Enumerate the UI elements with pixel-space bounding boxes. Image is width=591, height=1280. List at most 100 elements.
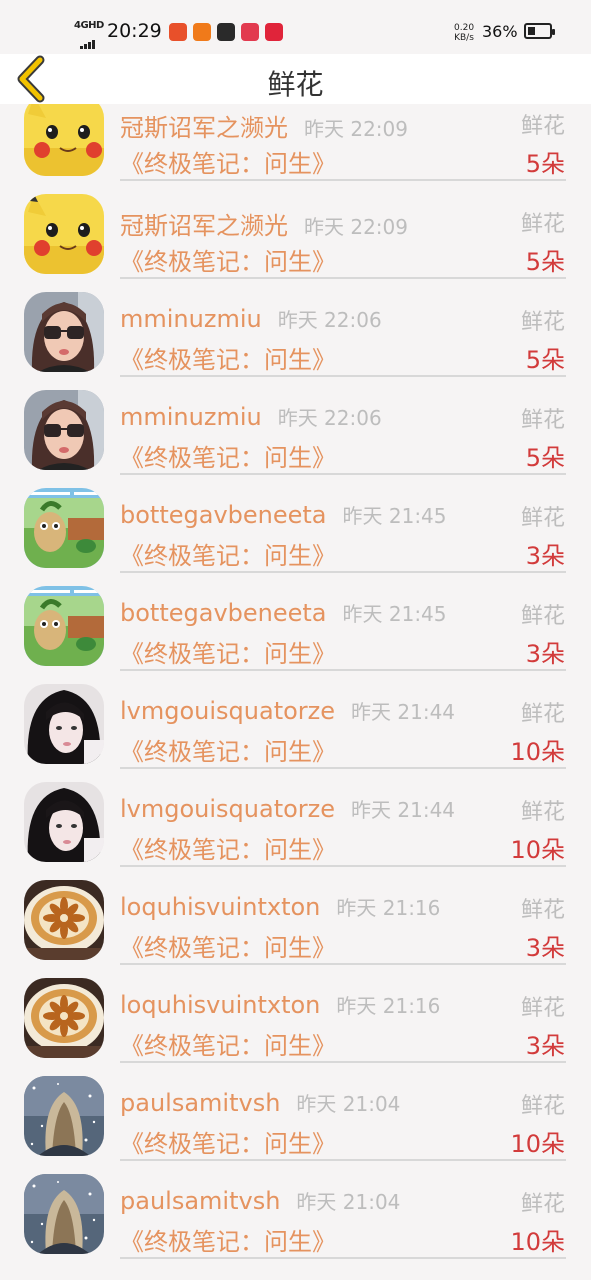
username: 冠斯诏军之濒光 昨天 22:09 — [120, 114, 408, 142]
list-item[interactable]: mminuzmiu 昨天 22:06 鲜花《终极笔记：问生》 5朵 — [0, 372, 591, 475]
list-item[interactable]: paulsamitvsh 昨天 21:04 鲜花《终极笔记：问生》 10朵 — [0, 1156, 591, 1259]
record-time: 昨天 21:45 — [342, 504, 447, 528]
user-avatar[interactable] — [24, 104, 104, 176]
book-title: 《终极笔记：问生》 — [120, 640, 336, 668]
list-item[interactable]: lvmgouisquatorze 昨天 21:44 鲜花《终极笔记：问生》 10朵 — [0, 764, 591, 867]
username: lvmgouisquatorze 昨天 21:44 — [120, 697, 456, 725]
book-title: 《终极笔记：问生》 — [120, 738, 336, 766]
username: lvmgouisquatorze 昨天 21:44 — [120, 795, 456, 823]
gift-type: 鲜花 — [520, 212, 565, 237]
list-item[interactable]: 冠斯诏军之濒光 昨天 22:09 鲜花《终极笔记：问生》 5朵 — [0, 104, 591, 181]
username: mminuzmiu 昨天 22:06 — [120, 403, 382, 431]
record-time: 昨天 22:09 — [304, 117, 408, 141]
nav-bar: 鲜花 — [0, 54, 591, 104]
app-icon-1 — [169, 23, 187, 41]
gift-type: 鲜花 — [520, 310, 565, 335]
gift-type: 鲜花 — [520, 996, 565, 1021]
flower-count: 10朵 — [510, 836, 565, 864]
flower-count: 5朵 — [525, 150, 565, 178]
list-item[interactable]: 冠斯诏军之濒光 昨天 22:09 鲜花《终极笔记：问生》 5朵 — [0, 176, 591, 279]
app-icon-4 — [241, 23, 259, 41]
book-title: 《终极笔记：问生》 — [120, 346, 336, 374]
record-time: 昨天 21:04 — [296, 1092, 401, 1116]
user-avatar[interactable] — [24, 1174, 104, 1254]
book-title: 《终极笔记：问生》 — [120, 1032, 336, 1060]
gift-type: 鲜花 — [520, 114, 565, 139]
username: bottegavbeneeta 昨天 21:45 — [120, 599, 447, 627]
page-title: 鲜花 — [267, 68, 324, 101]
flower-count: 10朵 — [510, 1130, 565, 1158]
user-avatar[interactable] — [24, 488, 104, 568]
record-time: 昨天 22:09 — [304, 215, 408, 239]
record-time: 昨天 22:06 — [277, 406, 382, 430]
user-avatar[interactable] — [24, 194, 104, 274]
list-item[interactable]: loquhisvuintxton 昨天 21:16 鲜花《终极笔记：问生》 3朵 — [0, 862, 591, 965]
user-avatar[interactable] — [24, 978, 104, 1058]
flower-count: 10朵 — [510, 738, 565, 766]
flower-count: 3朵 — [525, 640, 565, 668]
status-time: 20:29 — [107, 20, 162, 42]
battery-icon — [524, 23, 555, 39]
list-item[interactable]: mminuzmiu 昨天 22:06 鲜花《终极笔记：问生》 5朵 — [0, 274, 591, 377]
book-title: 《终极笔记：问生》 — [120, 934, 336, 962]
username: 冠斯诏军之濒光 昨天 22:09 — [120, 212, 408, 240]
username: loquhisvuintxton 昨天 21:16 — [120, 991, 441, 1019]
gift-type: 鲜花 — [520, 1192, 565, 1217]
flower-count: 5朵 — [525, 444, 565, 472]
record-time: 昨天 21:44 — [351, 798, 456, 822]
gift-type: 鲜花 — [520, 506, 565, 531]
row-divider — [120, 1257, 566, 1259]
gift-type: 鲜花 — [520, 1094, 565, 1119]
book-title: 《终极笔记：问生》 — [120, 444, 336, 472]
record-time: 昨天 21:45 — [342, 602, 447, 626]
record-time: 昨天 21:04 — [296, 1190, 401, 1214]
record-time: 昨天 21:44 — [351, 700, 456, 724]
record-time: 昨天 21:16 — [336, 994, 441, 1018]
username: paulsamitvsh 昨天 21:04 — [120, 1187, 401, 1215]
user-avatar[interactable] — [24, 1076, 104, 1156]
status-bar: 4GHD 20:29 0.20 KB/s 36% — [0, 0, 591, 54]
book-title: 《终极笔记：问生》 — [120, 542, 336, 570]
signal-icon — [80, 30, 96, 49]
flower-record-list[interactable]: 冠斯诏军之濒光 昨天 22:09 鲜花 《终极笔记：问生》 5朵 冠斯诏军之濒光 昨天 22… — [0, 104, 591, 1280]
network-speed: 0.20 KB/s — [454, 23, 475, 43]
flower-count: 5朵 — [525, 248, 565, 276]
flower-count: 3朵 — [525, 542, 565, 570]
list-item[interactable]: bottegavbeneeta 昨天 21:45 鲜花《终极笔记：问生》 3朵 — [0, 568, 591, 671]
app-icon-2 — [193, 23, 211, 41]
record-time: 昨天 22:06 — [277, 308, 382, 332]
flower-count: 10朵 — [510, 1228, 565, 1256]
flower-count: 3朵 — [525, 1032, 565, 1060]
user-avatar[interactable] — [24, 292, 104, 372]
gift-type: 鲜花 — [520, 408, 565, 433]
book-title: 《终极笔记：问生》 — [120, 836, 336, 864]
list-item[interactable]: paulsamitvsh 昨天 21:04 鲜花《终极笔记：问生》 10朵 — [0, 1058, 591, 1161]
flower-count: 5朵 — [525, 346, 565, 374]
username: bottegavbeneeta 昨天 21:45 — [120, 501, 447, 529]
list-item[interactable]: loquhisvuintxton 昨天 21:16 鲜花《终极笔记：问生》 3朵 — [0, 960, 591, 1063]
battery-percent: 36% — [482, 22, 518, 41]
book-title: 《终极笔记：问生》 — [120, 1228, 336, 1256]
gift-type: 鲜花 — [520, 604, 565, 629]
notification-icons — [169, 23, 289, 42]
book-title: 《终极笔记：问生》 — [120, 1130, 336, 1158]
list-item[interactable]: lvmgouisquatorze 昨天 21:44 鲜花《终极笔记：问生》 10朵 — [0, 666, 591, 769]
record-time: 昨天 21:16 — [336, 896, 441, 920]
app-icon-3 — [217, 23, 235, 41]
list-item[interactable]: bottegavbeneeta 昨天 21:45 鲜花《终极笔记：问生》 3朵 — [0, 470, 591, 573]
username: paulsamitvsh 昨天 21:04 — [120, 1089, 401, 1117]
gift-type: 鲜花 — [520, 898, 565, 923]
app-icon-5 — [265, 23, 283, 41]
user-avatar[interactable] — [24, 880, 104, 960]
user-avatar[interactable] — [24, 684, 104, 764]
username: loquhisvuintxton 昨天 21:16 — [120, 893, 441, 921]
book-title: 《终极笔记：问生》 — [120, 248, 336, 276]
username: mminuzmiu 昨天 22:06 — [120, 305, 382, 333]
user-avatar[interactable] — [24, 782, 104, 862]
gift-type: 鲜花 — [520, 702, 565, 727]
user-avatar[interactable] — [24, 390, 104, 470]
gift-type: 鲜花 — [520, 800, 565, 825]
book-title: 《终极笔记：问生》 — [120, 150, 336, 178]
flower-count: 3朵 — [525, 934, 565, 962]
user-avatar[interactable] — [24, 586, 104, 666]
